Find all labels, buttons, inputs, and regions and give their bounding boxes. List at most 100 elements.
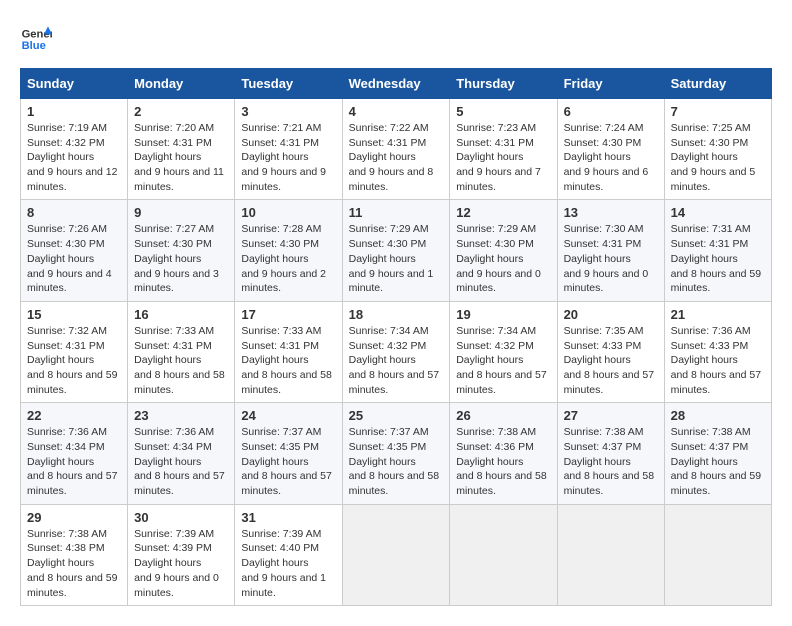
calendar-cell xyxy=(342,504,450,605)
day-info: Sunrise: 7:21 AMSunset: 4:31 PMDaylight … xyxy=(241,121,335,194)
week-row-5: 29Sunrise: 7:38 AMSunset: 4:38 PMDayligh… xyxy=(21,504,772,605)
day-number: 23 xyxy=(134,408,228,423)
week-row-1: 1 Sunrise: 7:19 AMSunset: 4:32 PMDaylight… xyxy=(21,99,772,200)
day-number: 16 xyxy=(134,307,228,322)
calendar-cell: 14Sunrise: 7:31 AMSunset: 4:31 PMDayligh… xyxy=(664,200,771,301)
day-info: Sunrise: 7:38 AMSunset: 4:37 PMDaylight … xyxy=(564,425,658,498)
week-row-3: 15 Sunrise: 7:32 AMSunset: 4:31 PMDayligh… xyxy=(21,301,772,402)
day-info: Sunrise: 7:34 AMSunset: 4:32 PMDaylight … xyxy=(456,324,550,397)
day-info: Sunrise: 7:34 AMSunset: 4:32 PMDaylight … xyxy=(349,324,444,397)
day-info: Sunrise: 7:25 AMSunset: 4:30 PMDaylight … xyxy=(671,121,765,194)
day-info: Sunrise: 7:37 AMSunset: 4:35 PMDaylight … xyxy=(349,425,444,498)
calendar-cell: 25 Sunrise: 7:37 AMSunset: 4:35 PMDayligh… xyxy=(342,403,450,504)
calendar-cell: 27Sunrise: 7:38 AMSunset: 4:37 PMDayligh… xyxy=(557,403,664,504)
day-number: 4 xyxy=(349,104,444,119)
calendar-cell: 6 Sunrise: 7:24 AMSunset: 4:30 PMDaylight… xyxy=(557,99,664,200)
day-number: 11 xyxy=(349,205,444,220)
weekday-header-sunday: Sunday xyxy=(21,69,128,99)
day-number: 28 xyxy=(671,408,765,423)
day-info: Sunrise: 7:20 AMSunset: 4:31 PMDaylight … xyxy=(134,121,228,194)
day-number: 2 xyxy=(134,104,228,119)
week-row-2: 8 Sunrise: 7:26 AMSunset: 4:30 PMDaylight… xyxy=(21,200,772,301)
calendar-cell: 16Sunrise: 7:33 AMSunset: 4:31 PMDayligh… xyxy=(128,301,235,402)
day-info: Sunrise: 7:19 AMSunset: 4:32 PMDaylight … xyxy=(27,121,121,194)
weekday-header-saturday: Saturday xyxy=(664,69,771,99)
day-info: Sunrise: 7:36 AMSunset: 4:34 PMDaylight … xyxy=(134,425,228,498)
calendar-cell: 22 Sunrise: 7:36 AMSunset: 4:34 PMDayligh… xyxy=(21,403,128,504)
day-number: 21 xyxy=(671,307,765,322)
day-number: 1 xyxy=(27,104,121,119)
calendar-cell: 20 Sunrise: 7:35 AMSunset: 4:33 PMDayligh… xyxy=(557,301,664,402)
calendar-cell: 30 Sunrise: 7:39 AMSunset: 4:39 PMDayligh… xyxy=(128,504,235,605)
svg-text:Blue: Blue xyxy=(22,40,46,52)
calendar-cell: 15 Sunrise: 7:32 AMSunset: 4:31 PMDayligh… xyxy=(21,301,128,402)
calendar-cell: 29Sunrise: 7:38 AMSunset: 4:38 PMDayligh… xyxy=(21,504,128,605)
day-info: Sunrise: 7:36 AMSunset: 4:34 PMDaylight … xyxy=(27,425,121,498)
day-number: 25 xyxy=(349,408,444,423)
day-number: 18 xyxy=(349,307,444,322)
day-info: Sunrise: 7:26 AMSunset: 4:30 PMDaylight … xyxy=(27,222,121,295)
day-number: 19 xyxy=(456,307,550,322)
day-number: 30 xyxy=(134,510,228,525)
logo: General Blue xyxy=(20,20,52,52)
day-number: 3 xyxy=(241,104,335,119)
calendar-cell: 21 Sunrise: 7:36 AMSunset: 4:33 PMDayligh… xyxy=(664,301,771,402)
day-number: 22 xyxy=(27,408,121,423)
calendar-cell: 4 Sunrise: 7:22 AMSunset: 4:31 PMDaylight… xyxy=(342,99,450,200)
day-number: 17 xyxy=(241,307,335,322)
day-info: Sunrise: 7:36 AMSunset: 4:33 PMDaylight … xyxy=(671,324,765,397)
calendar-cell: 10 Sunrise: 7:28 AMSunset: 4:30 PMDayligh… xyxy=(235,200,342,301)
calendar-cell: 11 Sunrise: 7:29 AMSunset: 4:30 PMDayligh… xyxy=(342,200,450,301)
page-header: General Blue xyxy=(20,20,772,52)
day-number: 20 xyxy=(564,307,658,322)
day-info: Sunrise: 7:32 AMSunset: 4:31 PMDaylight … xyxy=(27,324,121,397)
day-info: Sunrise: 7:31 AMSunset: 4:31 PMDaylight … xyxy=(671,222,765,295)
calendar-cell xyxy=(450,504,557,605)
calendar-cell: 7 Sunrise: 7:25 AMSunset: 4:30 PMDaylight… xyxy=(664,99,771,200)
calendar-cell: 8 Sunrise: 7:26 AMSunset: 4:30 PMDaylight… xyxy=(21,200,128,301)
calendar-cell: 17 Sunrise: 7:33 AMSunset: 4:31 PMDayligh… xyxy=(235,301,342,402)
day-info: Sunrise: 7:39 AMSunset: 4:39 PMDaylight … xyxy=(134,527,228,600)
day-number: 31 xyxy=(241,510,335,525)
weekday-header-row: SundayMondayTuesdayWednesdayThursdayFrid… xyxy=(21,69,772,99)
logo-icon: General Blue xyxy=(20,20,52,52)
week-row-4: 22 Sunrise: 7:36 AMSunset: 4:34 PMDayligh… xyxy=(21,403,772,504)
calendar-cell: 5 Sunrise: 7:23 AMSunset: 4:31 PMDaylight… xyxy=(450,99,557,200)
calendar-cell: 31 Sunrise: 7:39 AMSunset: 4:40 PMDayligh… xyxy=(235,504,342,605)
day-number: 26 xyxy=(456,408,550,423)
day-number: 10 xyxy=(241,205,335,220)
day-info: Sunrise: 7:30 AMSunset: 4:31 PMDaylight … xyxy=(564,222,658,295)
day-number: 9 xyxy=(134,205,228,220)
day-info: Sunrise: 7:39 AMSunset: 4:40 PMDaylight … xyxy=(241,527,335,600)
day-info: Sunrise: 7:37 AMSunset: 4:35 PMDaylight … xyxy=(241,425,335,498)
weekday-header-thursday: Thursday xyxy=(450,69,557,99)
day-number: 29 xyxy=(27,510,121,525)
day-info: Sunrise: 7:28 AMSunset: 4:30 PMDaylight … xyxy=(241,222,335,295)
day-number: 5 xyxy=(456,104,550,119)
day-info: Sunrise: 7:38 AMSunset: 4:36 PMDaylight … xyxy=(456,425,550,498)
weekday-header-tuesday: Tuesday xyxy=(235,69,342,99)
day-info: Sunrise: 7:35 AMSunset: 4:33 PMDaylight … xyxy=(564,324,658,397)
day-number: 13 xyxy=(564,205,658,220)
day-info: Sunrise: 7:24 AMSunset: 4:30 PMDaylight … xyxy=(564,121,658,194)
calendar-cell: 28 Sunrise: 7:38 AMSunset: 4:37 PMDayligh… xyxy=(664,403,771,504)
day-info: Sunrise: 7:29 AMSunset: 4:30 PMDaylight … xyxy=(456,222,550,295)
day-info: Sunrise: 7:22 AMSunset: 4:31 PMDaylight … xyxy=(349,121,444,194)
day-info: Sunrise: 7:33 AMSunset: 4:31 PMDaylight … xyxy=(241,324,335,397)
day-number: 12 xyxy=(456,205,550,220)
day-number: 6 xyxy=(564,104,658,119)
calendar-cell: 2 Sunrise: 7:20 AMSunset: 4:31 PMDaylight… xyxy=(128,99,235,200)
day-info: Sunrise: 7:23 AMSunset: 4:31 PMDaylight … xyxy=(456,121,550,194)
calendar-cell: 12 Sunrise: 7:29 AMSunset: 4:30 PMDayligh… xyxy=(450,200,557,301)
calendar-cell: 24Sunrise: 7:37 AMSunset: 4:35 PMDayligh… xyxy=(235,403,342,504)
day-number: 7 xyxy=(671,104,765,119)
day-number: 8 xyxy=(27,205,121,220)
calendar-cell: 19 Sunrise: 7:34 AMSunset: 4:32 PMDayligh… xyxy=(450,301,557,402)
day-info: Sunrise: 7:29 AMSunset: 4:30 PMDaylight … xyxy=(349,222,444,295)
weekday-header-wednesday: Wednesday xyxy=(342,69,450,99)
calendar-cell: 26 Sunrise: 7:38 AMSunset: 4:36 PMDayligh… xyxy=(450,403,557,504)
calendar-table: SundayMondayTuesdayWednesdayThursdayFrid… xyxy=(20,68,772,606)
day-info: Sunrise: 7:38 AMSunset: 4:37 PMDaylight … xyxy=(671,425,765,498)
calendar-cell: 18 Sunrise: 7:34 AMSunset: 4:32 PMDayligh… xyxy=(342,301,450,402)
day-number: 15 xyxy=(27,307,121,322)
